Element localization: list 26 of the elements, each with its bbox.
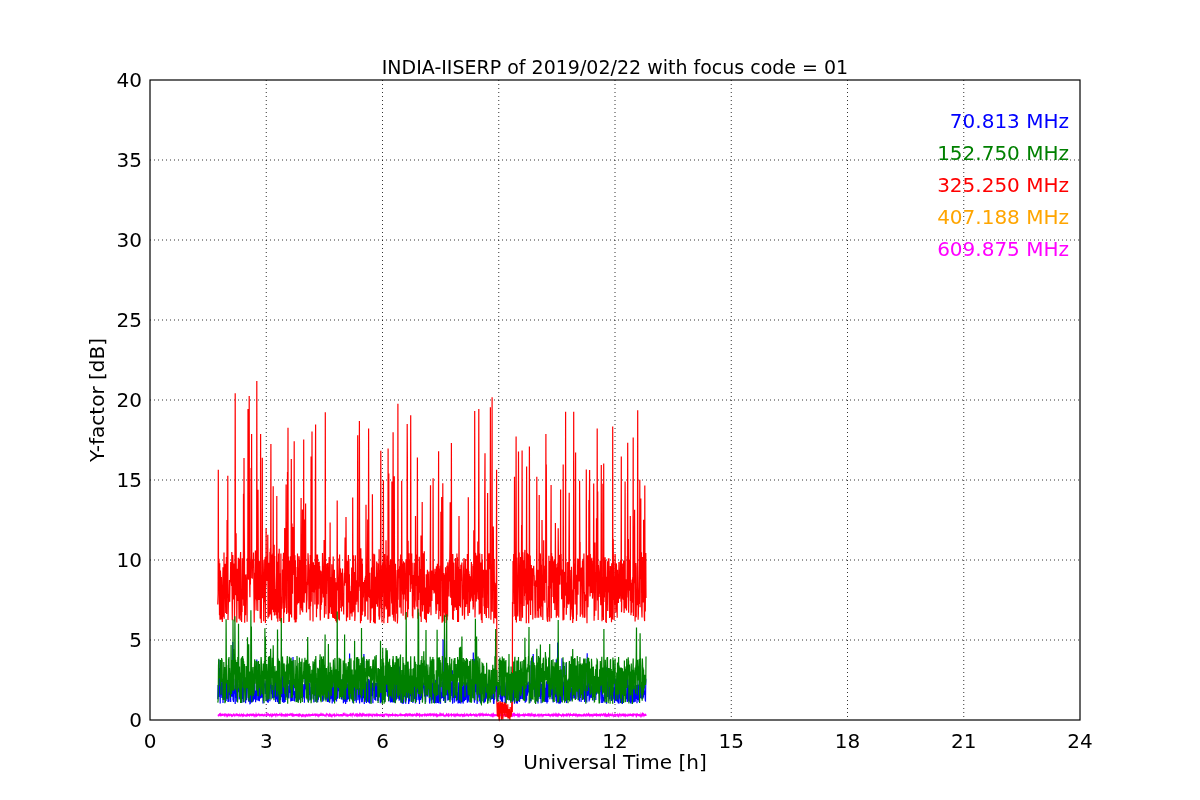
y-tick-label: 10: [116, 548, 142, 572]
x-tick-label: 15: [718, 729, 744, 753]
legend-label: 407.188 MHz: [937, 205, 1069, 229]
y-tick-label: 0: [129, 708, 142, 732]
y-tick-label: 25: [116, 308, 142, 332]
x-tick-label: 24: [1067, 729, 1093, 753]
legend-label: 152.750 MHz: [937, 141, 1069, 165]
y-tick-label: 40: [116, 68, 142, 92]
x-tick-label: 9: [492, 729, 506, 753]
x-tick-label: 12: [602, 729, 628, 753]
legend-label: 325.250 MHz: [937, 173, 1069, 197]
y-axis-label: Y-factor [dB]: [85, 338, 109, 462]
y-tick-label: 35: [116, 148, 142, 172]
x-tick-label: 6: [376, 729, 389, 753]
x-tick-label: 21: [951, 729, 977, 753]
y-tick-label: 20: [116, 388, 142, 412]
x-axis-label: Universal Time [h]: [523, 750, 707, 774]
x-tick-label: 3: [259, 729, 273, 753]
legend-label: 70.813 MHz: [949, 109, 1069, 133]
y-tick-label: 15: [116, 468, 142, 492]
y-tick-label: 5: [129, 628, 142, 652]
chart-title: INDIA-IISERP of 2019/02/22 with focus code = 01: [381, 56, 849, 78]
y-tick-label: 30: [116, 228, 142, 252]
legend-label: 609.875 MHz: [937, 237, 1069, 261]
x-tick-label: 0: [143, 729, 157, 753]
x-tick-label: 18: [834, 729, 861, 753]
